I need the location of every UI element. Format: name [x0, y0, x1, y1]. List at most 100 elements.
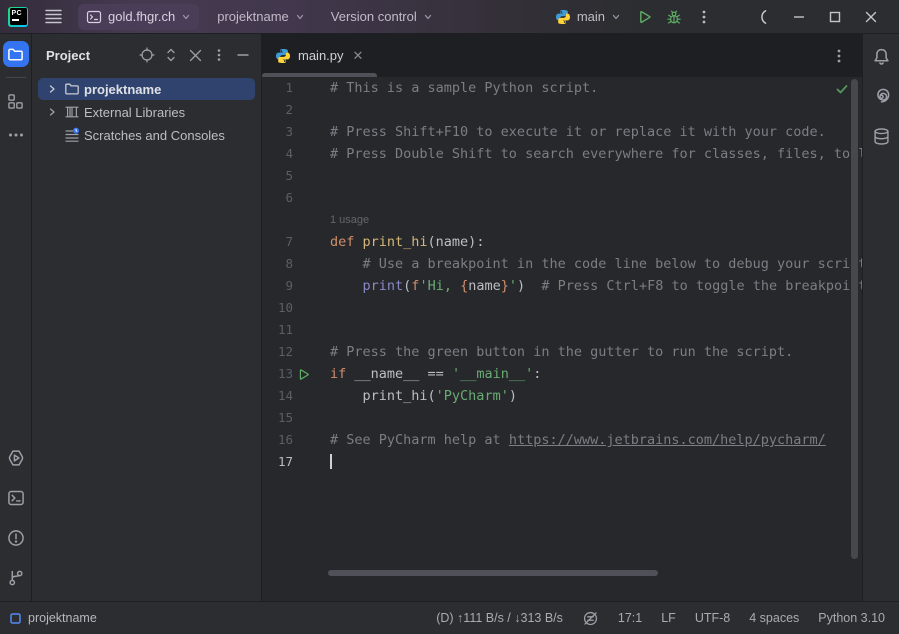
crescent-button[interactable] — [745, 3, 781, 31]
run-config-selector[interactable]: main — [547, 5, 629, 29]
structure-tool-window-button[interactable] — [3, 88, 29, 114]
network-speed-widget[interactable]: (D) ↑111 B/s / ↓313 B/s — [436, 611, 563, 625]
git-tool-window-button[interactable] — [7, 569, 25, 587]
code-line[interactable]: 10 — [262, 297, 862, 319]
code-line[interactable]: 13if __name__ == '__main__': — [262, 363, 862, 385]
run-arrow-icon[interactable] — [297, 368, 310, 381]
python-logo-icon — [555, 9, 571, 25]
inspections-widget[interactable] — [835, 82, 849, 96]
panel-options-button[interactable] — [207, 43, 231, 67]
code-text: # Press the green button in the gutter t… — [330, 341, 862, 363]
gutter — [293, 165, 330, 187]
scratches-icon — [64, 127, 80, 143]
line-number: 16 — [262, 429, 293, 451]
code-text — [330, 187, 862, 209]
collapse-all-icon — [189, 49, 202, 62]
notifications-button[interactable] — [872, 47, 891, 66]
gutter — [293, 253, 330, 275]
chevron-right-icon[interactable] — [44, 81, 60, 97]
left-tool-strip — [0, 34, 32, 601]
chevron-down-icon — [611, 12, 621, 22]
close-icon — [863, 9, 879, 25]
line-separator-widget[interactable]: LF — [661, 611, 676, 625]
indent-widget[interactable]: 4 spaces — [749, 611, 799, 625]
run-line-gutter[interactable] — [293, 363, 330, 385]
code-line[interactable]: 7def print_hi(name): — [262, 231, 862, 253]
project-tool-window-button[interactable] — [3, 41, 29, 67]
code-text: # Use a breakpoint in the code line belo… — [330, 253, 862, 275]
debug-button[interactable] — [659, 3, 689, 31]
code-line[interactable]: 5 — [262, 165, 862, 187]
code-line[interactable]: 1# This is a sample Python script. — [262, 77, 862, 99]
database-button[interactable] — [872, 127, 891, 146]
code-token: # Press Double Shift to search everywher… — [330, 146, 862, 162]
tab-options-button[interactable] — [826, 43, 852, 69]
code-text: # Press Double Shift to search everywher… — [330, 143, 862, 165]
vcs-menu-button[interactable]: Version control — [323, 4, 441, 29]
interpreter-widget[interactable]: Python 3.10 — [818, 611, 885, 625]
maximize-button[interactable] — [817, 3, 853, 31]
code-line[interactable]: 8 # Use a breakpoint in the code line be… — [262, 253, 862, 275]
terminal-tool-window-button[interactable] — [7, 489, 25, 507]
caret-position-widget[interactable]: 17:1 — [618, 611, 642, 625]
code-line[interactable]: 15 — [262, 407, 862, 429]
tree-item-label: projektname — [84, 82, 161, 97]
ai-assistant-button[interactable] — [872, 87, 891, 106]
code-line[interactable]: 9 print(f'Hi, {name}') # Press Ctrl+F8 t… — [262, 275, 862, 297]
code-line[interactable]: 2 — [262, 99, 862, 121]
code-line[interactable]: 17 — [262, 451, 862, 473]
remote-host-selector[interactable]: gold.fhgr.ch — [78, 4, 199, 30]
code-line[interactable]: 11 — [262, 319, 862, 341]
gutter — [293, 121, 330, 143]
line-number: 15 — [262, 407, 293, 429]
more-actions-button[interactable] — [689, 3, 719, 31]
line-number: 13 — [262, 363, 293, 385]
code-token: __name__ == — [354, 366, 452, 382]
expand-collapse-button[interactable] — [159, 43, 183, 67]
code-line[interactable]: 14 print_hi('PyCharm') — [262, 385, 862, 407]
code-text: # See PyCharm help at https://www.jetbra… — [330, 429, 862, 451]
usages-inlay-hint[interactable]: 1 usage — [330, 209, 862, 231]
minimize-button[interactable] — [781, 3, 817, 31]
code-line[interactable]: 3# Press Shift+F10 to execute it or repl… — [262, 121, 862, 143]
code-token: def — [330, 234, 363, 250]
inlay-hint-row[interactable]: 1 usage — [262, 209, 862, 231]
code-line[interactable]: 12# Press the green button in the gutter… — [262, 341, 862, 363]
hyperlink[interactable]: https://www.jetbrains.com/help/pycharm/ — [509, 432, 826, 448]
chevron-right-icon[interactable] — [44, 104, 60, 120]
code-editor[interactable]: 1# This is a sample Python script.23# Pr… — [262, 77, 862, 601]
project-menu-button[interactable]: projektname — [209, 4, 313, 29]
code-line[interactable]: 4# Press Double Shift to search everywhe… — [262, 143, 862, 165]
project-panel: Project — [32, 34, 262, 601]
tab-main-py[interactable]: main.py ✕ — [262, 34, 377, 77]
code-text: # This is a sample Python script. — [330, 77, 862, 99]
gutter — [293, 231, 330, 253]
code-token: '__main__' — [452, 366, 533, 382]
more-tool-windows-button[interactable] — [3, 122, 29, 148]
collapse-all-button[interactable] — [183, 43, 207, 67]
tree-item-external-libraries[interactable]: External Libraries — [38, 101, 255, 123]
tab-close-icon[interactable]: ✕ — [351, 47, 366, 64]
code-text — [330, 319, 862, 341]
highlighting-status-icon[interactable] — [582, 610, 599, 627]
run-button[interactable] — [629, 3, 659, 31]
gutter — [293, 451, 330, 473]
select-opened-file-button[interactable] — [135, 43, 159, 67]
run-tool-window-button[interactable] — [7, 449, 25, 467]
problems-tool-window-button[interactable] — [7, 529, 25, 547]
hide-panel-button[interactable] — [231, 43, 255, 67]
strip-divider — [6, 77, 26, 78]
main-menu-button[interactable] — [38, 3, 68, 31]
tree-item-projektname[interactable]: projektname — [38, 78, 255, 100]
close-button[interactable] — [853, 3, 889, 31]
code-text — [330, 451, 862, 473]
tree-item-scratches[interactable]: Scratches and Consoles — [38, 124, 255, 146]
code-line[interactable]: 16 # See PyCharm help at https://www.jetb… — [262, 429, 862, 451]
vertical-scrollbar[interactable] — [851, 79, 858, 559]
code-line[interactable]: 6 — [262, 187, 862, 209]
encoding-widget[interactable]: UTF-8 — [695, 611, 730, 625]
code-token: 'Hi, — [419, 278, 460, 294]
code-token: (name): — [428, 234, 485, 250]
chevron-down-icon — [295, 12, 305, 22]
horizontal-scrollbar[interactable] — [328, 570, 658, 576]
